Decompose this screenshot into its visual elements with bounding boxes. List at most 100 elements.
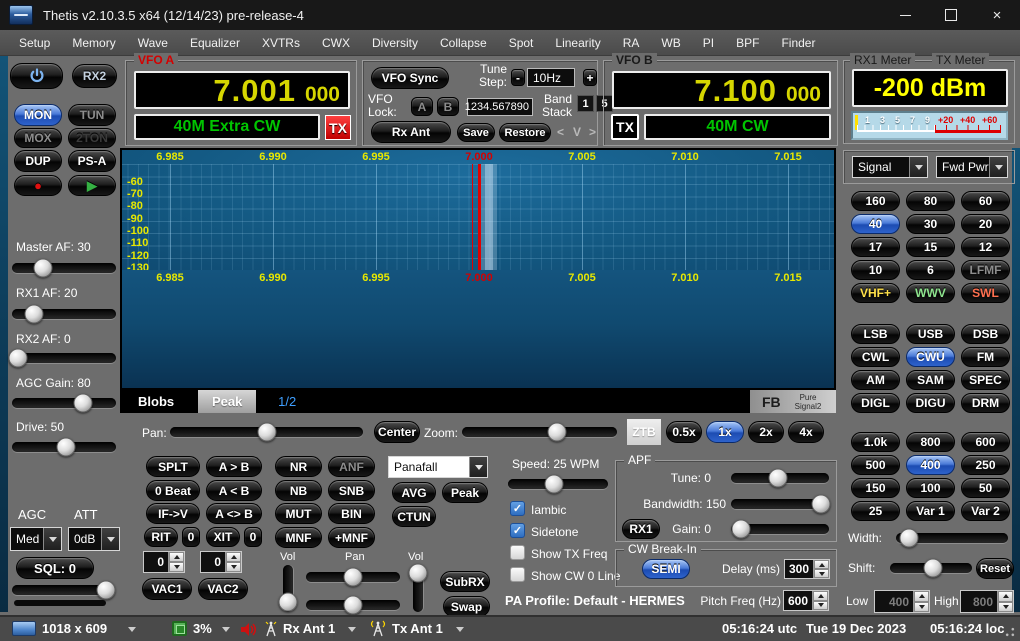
xit-button[interactable]: XIT [206, 527, 240, 547]
vac1-button[interactable]: VAC1 [142, 578, 192, 600]
menu-xvtrs[interactable]: XVTRs [251, 30, 311, 56]
two-tone-button[interactable]: 2TON [68, 128, 116, 148]
filter-var2-button[interactable]: Var 2 [961, 501, 1010, 521]
frequency-entry-field[interactable]: 1234.567890 [467, 98, 533, 116]
band-vhf-button[interactable]: VHF+ [851, 283, 900, 303]
play-button[interactable]: ▶ [68, 175, 116, 196]
a-to-b-button[interactable]: A > B [206, 456, 262, 477]
dropdown-arrow-icon[interactable] [101, 528, 119, 550]
band-wwv-button[interactable]: WWV [906, 283, 955, 303]
apf-bandwidth-slider[interactable] [731, 499, 829, 509]
master-af-slider[interactable] [12, 263, 116, 273]
slider-thumb[interactable] [73, 394, 92, 413]
band-12-button[interactable]: 12 [961, 237, 1010, 257]
mon-button[interactable]: MON [14, 104, 62, 126]
rx-ant-label[interactable]: Rx Ant 1 [283, 621, 335, 636]
zoom-4x-button[interactable]: 4x [788, 421, 824, 443]
subrx-pan-slider[interactable] [306, 600, 400, 610]
cpu-usage-label[interactable]: 3% [193, 621, 212, 636]
spin-up-icon[interactable] [814, 560, 829, 569]
vac2-button[interactable]: VAC2 [198, 578, 248, 600]
plus-mnf-button[interactable]: +MNF [328, 527, 375, 548]
sql-button[interactable]: SQL: 0 [16, 557, 94, 579]
show-tx-freq-checkbox[interactable] [510, 545, 525, 560]
drive-slider[interactable] [12, 442, 116, 452]
mode-spec-button[interactable]: SPEC [961, 370, 1010, 390]
shift-reset-button[interactable]: Reset [976, 558, 1014, 579]
dropdown-arrow-icon[interactable] [989, 157, 1007, 177]
sidetone-checkbox[interactable]: ✓ [510, 523, 525, 538]
vfo-lock-a-button[interactable]: A [411, 97, 433, 116]
semi-breakin-button[interactable]: SEMI [642, 559, 690, 579]
dropdown-arrow-icon[interactable] [348, 627, 356, 632]
apf-gain-slider[interactable] [731, 524, 829, 534]
band-10-button[interactable]: 10 [851, 260, 900, 280]
mode-digu-button[interactable]: DIGU [906, 393, 955, 413]
band-next-button[interactable]: > [589, 125, 596, 139]
fb-button[interactable]: FB [762, 394, 781, 410]
band-6-button[interactable]: 6 [906, 260, 955, 280]
vfo-b-frequency[interactable]: 7.100 000 [612, 71, 831, 109]
slider-thumb[interactable] [409, 564, 428, 583]
slider-thumb[interactable] [344, 568, 363, 587]
waterfall-display[interactable]: 6.985 6.990 6.995 7.000 7.005 7.010 7.01… [122, 270, 834, 388]
band-17-button[interactable]: 17 [851, 237, 900, 257]
filter-high-spinner[interactable]: 800 [960, 590, 1014, 613]
peak-display-button[interactable]: Peak [442, 482, 488, 503]
menu-spot[interactable]: Spot [498, 30, 545, 56]
slider-thumb[interactable] [923, 559, 942, 578]
center-button[interactable]: Center [374, 421, 420, 443]
slider-thumb[interactable] [812, 495, 831, 514]
record-button[interactable]: ● [14, 175, 62, 196]
anf-button[interactable]: ANF [328, 456, 375, 477]
slider-thumb[interactable] [257, 423, 276, 442]
filter-800-button[interactable]: 800 [906, 432, 955, 452]
rx2-button[interactable]: RX2 [72, 64, 117, 88]
spin-down-icon[interactable] [169, 562, 184, 572]
rx-meter-mode-select[interactable]: Signal [852, 156, 928, 178]
slider-thumb[interactable] [769, 469, 788, 488]
mode-drm-button[interactable]: DRM [961, 393, 1010, 413]
filter-150-button[interactable]: 150 [851, 478, 900, 498]
menu-collapse[interactable]: Collapse [429, 30, 498, 56]
menu-equalizer[interactable]: Equalizer [179, 30, 251, 56]
save-button[interactable]: Save [457, 123, 495, 142]
blobs-button[interactable]: Blobs [138, 394, 174, 409]
band-80-button[interactable]: 80 [906, 191, 955, 211]
slider-thumb[interactable] [57, 438, 76, 457]
zoom-1x-button[interactable]: 1x [706, 421, 744, 443]
spin-down-icon[interactable] [814, 569, 829, 578]
a-swap-b-button[interactable]: A <> B [206, 503, 262, 524]
nr-button[interactable]: NR [275, 456, 322, 477]
display-mode-select[interactable]: Panafall [388, 456, 488, 478]
dropdown-arrow-icon[interactable] [909, 157, 927, 177]
dropdown-arrow-icon[interactable] [128, 627, 136, 632]
spin-up-icon[interactable] [226, 552, 241, 562]
subrx-button[interactable]: SubRX [440, 571, 490, 592]
mode-sam-button[interactable]: SAM [906, 370, 955, 390]
band-15-button[interactable]: 15 [906, 237, 955, 257]
band-stack-1-button[interactable]: 1 [577, 95, 594, 112]
mode-cwl-button[interactable]: CWL [851, 347, 900, 367]
avg-button[interactable]: AVG [392, 482, 436, 503]
xit-zero-button[interactable]: 0 [244, 527, 262, 547]
slider-thumb[interactable] [24, 305, 43, 324]
spin-up-icon[interactable] [169, 552, 184, 562]
rx1-af-slider[interactable] [12, 309, 116, 319]
slider-thumb[interactable] [97, 581, 116, 600]
vfo-sync-button[interactable]: VFO Sync [371, 67, 449, 89]
menu-bpf[interactable]: BPF [725, 30, 770, 56]
mode-usb-button[interactable]: USB [906, 324, 955, 344]
pitch-freq-spinner[interactable]: 600 [783, 590, 829, 611]
rit-spinner[interactable]: 0 [143, 551, 185, 573]
apf-tune-slider[interactable] [731, 473, 829, 483]
spin-up-icon[interactable] [813, 591, 828, 601]
vfo-a-frequency[interactable]: 7.001 000 [134, 71, 350, 109]
tx-ant-label[interactable]: Tx Ant 1 [392, 621, 443, 636]
filter-var1-button[interactable]: Var 1 [906, 501, 955, 521]
iambic-checkbox[interactable]: ✓ [510, 501, 525, 516]
zero-beat-button[interactable]: 0 Beat [146, 480, 200, 501]
filter-low-spinner[interactable]: 400 [874, 590, 930, 613]
mode-fm-button[interactable]: FM [961, 347, 1010, 367]
menu-wb[interactable]: WB [650, 30, 691, 56]
